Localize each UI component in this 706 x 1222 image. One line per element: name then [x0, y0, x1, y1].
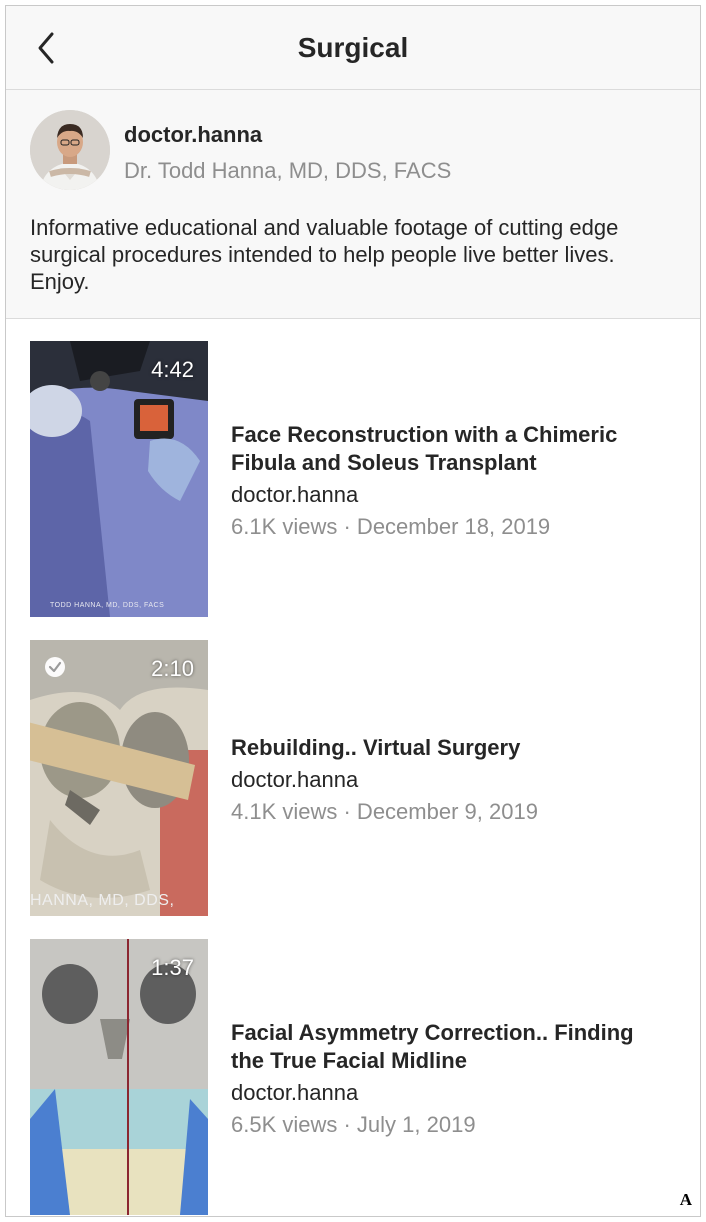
- video-thumbnail[interactable]: 4:42 TODD HANNA, MD, DDS, FACS: [30, 341, 208, 617]
- video-stats: 6.5K views · July 1, 2019: [231, 1112, 476, 1137]
- video-duration: 2:10: [151, 656, 194, 681]
- video-author[interactable]: doctor.hanna: [231, 480, 671, 510]
- video-item[interactable]: 1:37 Facial Asymmetry Correction.. Findi…: [30, 939, 680, 1215]
- video-watermark: TODD HANNA, MD, DDS, FACS: [50, 602, 165, 609]
- video-title[interactable]: Facial Asymmetry Correction.. Finding th…: [231, 1019, 671, 1075]
- avatar-image: [30, 110, 110, 190]
- video-author[interactable]: doctor.hanna: [231, 765, 671, 795]
- app-frame: Surgical doctor.hanna Dr. Todd Hanna, MD…: [5, 5, 701, 1217]
- page-title: Surgical: [297, 32, 409, 63]
- video-watermark: HANNA, MD, DDS,: [30, 892, 175, 909]
- video-meta: Face Reconstruction with a Chimeric Fibu…: [231, 421, 671, 542]
- figure-label: A: [679, 1190, 692, 1209]
- video-thumbnail[interactable]: 1:37: [30, 939, 208, 1215]
- video-meta: Facial Asymmetry Correction.. Finding th…: [231, 1019, 671, 1140]
- video-title[interactable]: Rebuilding.. Virtual Surgery: [231, 734, 671, 762]
- profile-username[interactable]: doctor.hanna: [124, 122, 262, 148]
- profile-bio: Informative educational and valuable foo…: [30, 215, 619, 294]
- video-title[interactable]: Face Reconstruction with a Chimeric Fibu…: [231, 421, 671, 477]
- video-item[interactable]: 2:10 HANNA, MD, DDS, Rebuilding.. Virtua…: [30, 640, 680, 916]
- video-duration: 1:37: [151, 955, 194, 980]
- profile-full-name: Dr. Todd Hanna, MD, DDS, FACS: [124, 158, 452, 183]
- video-stats: 6.1K views · December 18, 2019: [231, 514, 551, 539]
- video-stats: 4.1K views · December 9, 2019: [231, 799, 538, 824]
- video-duration: 4:42: [151, 357, 194, 382]
- video-item[interactable]: 4:42 TODD HANNA, MD, DDS, FACS Face Reco…: [30, 341, 680, 617]
- top-bar: Surgical: [6, 6, 700, 90]
- video-author[interactable]: doctor.hanna: [231, 1078, 671, 1108]
- video-meta: Rebuilding.. Virtual Surgery doctor.hann…: [231, 734, 671, 827]
- profile-header: doctor.hanna Dr. Todd Hanna, MD, DDS, FA…: [6, 90, 700, 319]
- video-thumbnail[interactable]: 2:10 HANNA, MD, DDS,: [30, 640, 208, 916]
- avatar[interactable]: [30, 110, 110, 190]
